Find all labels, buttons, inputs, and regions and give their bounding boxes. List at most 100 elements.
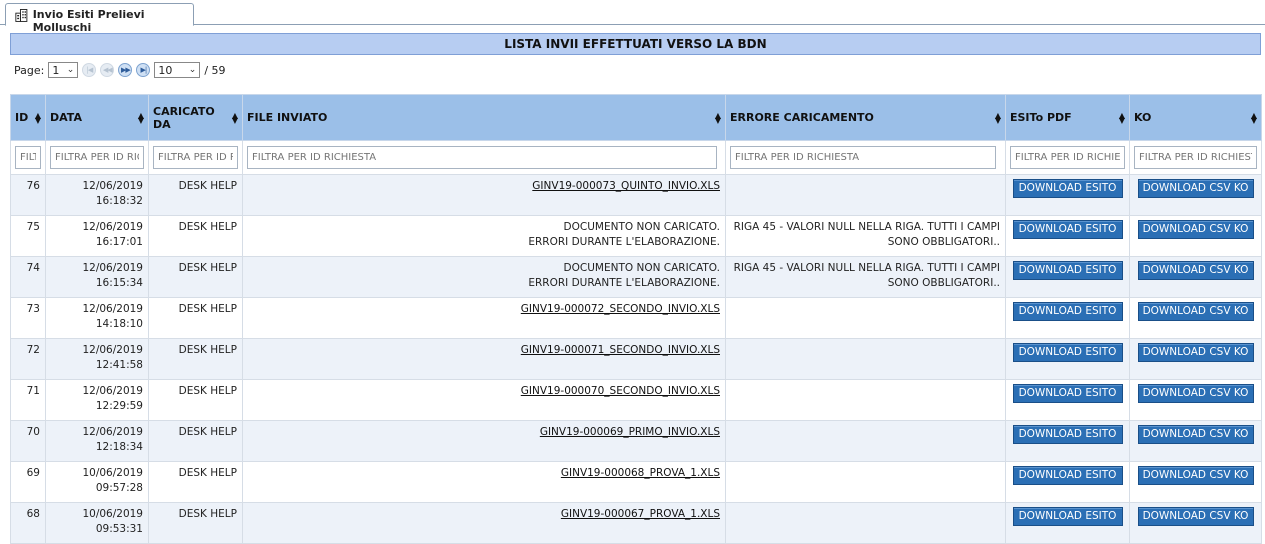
tab-invio-esiti[interactable]: Invio Esiti Prelievi Molluschi: [5, 3, 194, 34]
cell-user: DESK HELP: [148, 256, 243, 298]
download-csv-ko-button[interactable]: DOWNLOAD CSV KO: [1137, 425, 1254, 444]
cell-ko: DOWNLOAD CSV KO: [1129, 338, 1262, 380]
first-page-icon[interactable]: |◀: [82, 63, 97, 77]
column-header-id[interactable]: ID ▲ ▼: [10, 94, 46, 141]
cell-error: [725, 174, 1006, 216]
cell-esito: DOWNLOAD ESITO: [1005, 215, 1130, 257]
cell-id: 70: [10, 420, 46, 462]
download-csv-ko-button[interactable]: DOWNLOAD CSV KO: [1137, 466, 1254, 485]
cell-file: DOCUMENTO NON CARICATO. ERRORI DURANTE L'…: [242, 256, 726, 298]
filter-file-input[interactable]: [247, 146, 717, 169]
cell-esito: DOWNLOAD ESITO: [1005, 256, 1130, 298]
download-esito-button[interactable]: DOWNLOAD ESITO: [1012, 343, 1123, 362]
cell-user: DESK HELP: [148, 420, 243, 462]
table-row[interactable]: 76 12/06/2019 16:18:32 DESK HELP GINV19-0000…: [10, 174, 1262, 216]
cell-file: GINV19-000071_SECONDO_INVIO.XLS: [242, 338, 726, 380]
file-link[interactable]: GINV19-000072_SECONDO_INVIO.XLS: [521, 303, 720, 315]
cell-ko: DOWNLOAD CSV KO: [1129, 297, 1262, 339]
cell-date: 12/06/2019 12:29:59: [45, 379, 149, 421]
cell-file: GINV19-000069_PRIMO_INVIO.XLS: [242, 420, 726, 462]
column-header-esito[interactable]: ESITo PDF ▲ ▼: [1005, 94, 1130, 141]
download-csv-ko-button[interactable]: DOWNLOAD CSV KO: [1137, 261, 1254, 280]
chevron-down-icon: ⌄: [188, 65, 197, 75]
sort-icon: ▲ ▼: [714, 110, 721, 125]
download-esito-button[interactable]: DOWNLOAD ESITO: [1012, 425, 1123, 444]
download-esito-button[interactable]: DOWNLOAD ESITO: [1012, 302, 1123, 321]
download-esito-button[interactable]: DOWNLOAD ESITO: [1012, 220, 1123, 239]
cell-file: GINV19-000073_QUINTO_INVIO.XLS: [242, 174, 726, 216]
cell-date: 12/06/2019 16:17:01: [45, 215, 149, 257]
column-header-errore[interactable]: ERRORE CARICAMENTO ▲ ▼: [725, 94, 1006, 141]
cell-user: DESK HELP: [148, 215, 243, 257]
cell-esito: DOWNLOAD ESITO: [1005, 297, 1130, 339]
filter-id-input[interactable]: [15, 146, 41, 169]
cell-user: DESK HELP: [148, 174, 243, 216]
main-panel: LISTA INVII EFFETTUATI VERSO LA BDN Page…: [10, 33, 1262, 544]
filter-caricato-input[interactable]: [153, 146, 238, 169]
cell-ko: DOWNLOAD CSV KO: [1129, 502, 1262, 544]
download-csv-ko-button[interactable]: DOWNLOAD CSV KO: [1137, 179, 1254, 198]
cell-user: DESK HELP: [148, 297, 243, 339]
table-row[interactable]: 68 10/06/2019 09:53:31 DESK HELP GINV19-0000…: [10, 502, 1262, 544]
next-page-icon[interactable]: ▶▶: [118, 63, 133, 77]
table-row[interactable]: 72 12/06/2019 12:41:58 DESK HELP GINV19-0000…: [10, 338, 1262, 380]
cell-error: [725, 379, 1006, 421]
column-header-data[interactable]: DATA ▲ ▼: [45, 94, 149, 141]
file-link[interactable]: GINV19-000073_QUINTO_INVIO.XLS: [532, 180, 720, 192]
table-row[interactable]: 75 12/06/2019 16:17:01 DESK HELP DOCUMENTO N…: [10, 215, 1262, 257]
error-text: RIGA 45 - VALORI NULL NELLA RIGA. TUTTI …: [733, 262, 1000, 274]
chevron-down-icon: ⌄: [66, 65, 75, 75]
cell-esito: DOWNLOAD ESITO: [1005, 338, 1130, 380]
download-esito-button[interactable]: DOWNLOAD ESITO: [1012, 179, 1123, 198]
cell-id: 72: [10, 338, 46, 380]
column-header-caricato[interactable]: CARICATO DA ▲ ▼: [148, 94, 243, 141]
cell-error: [725, 338, 1006, 380]
download-esito-button[interactable]: DOWNLOAD ESITO: [1012, 507, 1123, 526]
cell-date: 12/06/2019 12:18:34: [45, 420, 149, 462]
header-row: ID ▲ ▼ DATA ▲ ▼ CARICATO DA ▲ ▼ FILE INVIATO ▲ ▼…: [10, 94, 1262, 141]
table-row[interactable]: 70 12/06/2019 12:18:34 DESK HELP GINV19-0000…: [10, 420, 1262, 462]
cell-date: 12/06/2019 16:15:34: [45, 256, 149, 298]
cell-ko: DOWNLOAD CSV KO: [1129, 420, 1262, 462]
filter-data-input[interactable]: [50, 146, 144, 169]
file-link[interactable]: GINV19-000068_PROVA_1.XLS: [561, 467, 720, 479]
cell-esito: DOWNLOAD ESITO: [1005, 420, 1130, 462]
cell-date: 10/06/2019 09:57:28: [45, 461, 149, 503]
cell-error: [725, 461, 1006, 503]
file-link[interactable]: GINV19-000071_SECONDO_INVIO.XLS: [521, 344, 720, 356]
download-csv-ko-button[interactable]: DOWNLOAD CSV KO: [1137, 302, 1254, 321]
cell-ko: DOWNLOAD CSV KO: [1129, 215, 1262, 257]
column-header-ko[interactable]: KO ▲ ▼: [1129, 94, 1262, 141]
download-csv-ko-button[interactable]: DOWNLOAD CSV KO: [1137, 220, 1254, 239]
cell-esito: DOWNLOAD ESITO: [1005, 502, 1130, 544]
cell-date: 12/06/2019 16:18:32: [45, 174, 149, 216]
page-label: Page:: [14, 63, 45, 77]
filter-errore-input[interactable]: [730, 146, 996, 169]
table-row[interactable]: 73 12/06/2019 14:18:10 DESK HELP GINV19-0000…: [10, 297, 1262, 339]
table-row[interactable]: 71 12/06/2019 12:29:59 DESK HELP GINV19-0000…: [10, 379, 1262, 421]
sort-icon: ▲ ▼: [137, 110, 144, 125]
column-header-file[interactable]: FILE INVIATO ▲ ▼: [242, 94, 726, 141]
cell-id: 69: [10, 461, 46, 503]
previous-page-icon[interactable]: ◀◀: [100, 63, 115, 77]
rows-per-page-select[interactable]: 10 ⌄: [154, 62, 201, 78]
table-row[interactable]: 74 12/06/2019 16:15:34 DESK HELP DOCUMENTO N…: [10, 256, 1262, 298]
sort-icon: ▲ ▼: [994, 110, 1001, 125]
filter-ko-input[interactable]: [1134, 146, 1257, 169]
download-esito-button[interactable]: DOWNLOAD ESITO: [1012, 466, 1123, 485]
download-csv-ko-button[interactable]: DOWNLOAD CSV KO: [1137, 343, 1254, 362]
table-row[interactable]: 69 10/06/2019 09:57:28 DESK HELP GINV19-0000…: [10, 461, 1262, 503]
download-esito-button[interactable]: DOWNLOAD ESITO: [1012, 261, 1123, 280]
file-link[interactable]: GINV19-000069_PRIMO_INVIO.XLS: [540, 426, 720, 438]
last-page-icon[interactable]: ▶|: [136, 63, 151, 77]
download-csv-ko-button[interactable]: DOWNLOAD CSV KO: [1137, 507, 1254, 526]
cell-date: 10/06/2019 09:53:31: [45, 502, 149, 544]
download-esito-button[interactable]: DOWNLOAD ESITO: [1012, 384, 1123, 403]
download-csv-ko-button[interactable]: DOWNLOAD CSV KO: [1137, 384, 1254, 403]
cell-file: GINV19-000068_PROVA_1.XLS: [242, 461, 726, 503]
file-link[interactable]: GINV19-000070_SECONDO_INVIO.XLS: [521, 385, 720, 397]
cell-file: GINV19-000072_SECONDO_INVIO.XLS: [242, 297, 726, 339]
file-link[interactable]: GINV19-000067_PROVA_1.XLS: [561, 508, 720, 520]
page-select[interactable]: 1 ⌄: [48, 62, 79, 78]
filter-esito-input[interactable]: [1010, 146, 1125, 169]
